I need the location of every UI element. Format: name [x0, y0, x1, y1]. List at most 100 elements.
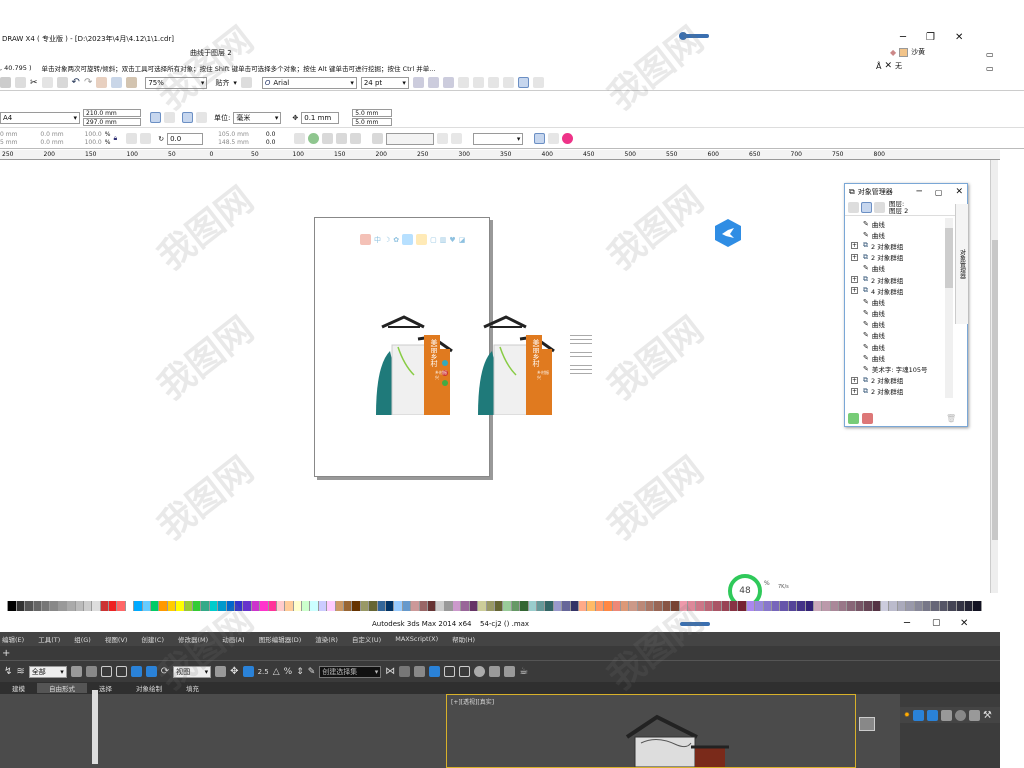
- palette-swatch[interactable]: [167, 601, 177, 611]
- palette-swatch[interactable]: [889, 601, 898, 611]
- palette-swatch[interactable]: [755, 601, 764, 611]
- palette-swatch[interactable]: [830, 601, 840, 611]
- palette-swatch[interactable]: [67, 601, 76, 611]
- palette-swatch[interactable]: [671, 601, 680, 611]
- restore-icon[interactable]: ❐: [926, 32, 935, 43]
- tree-item[interactable]: ✎ 曲线: [851, 319, 949, 330]
- palette-swatch[interactable]: [956, 601, 965, 611]
- current-page-icon[interactable]: [196, 112, 207, 123]
- no-outline-icon[interactable]: ✕: [884, 61, 892, 71]
- palette-swatch[interactable]: [33, 601, 42, 611]
- palette-swatch[interactable]: [58, 601, 68, 611]
- align-center-icon[interactable]: [472, 77, 484, 88]
- palette-swatch[interactable]: [83, 601, 93, 611]
- max-menu-item[interactable]: 图形编辑器(D): [259, 634, 302, 644]
- center-y-value[interactable]: 148.5 mm: [218, 139, 249, 146]
- palette-swatch[interactable]: [184, 601, 193, 611]
- plus-icon[interactable]: +: [2, 648, 10, 659]
- palette-swatch[interactable]: [318, 601, 328, 611]
- hammer-icon[interactable]: ⚒: [983, 710, 992, 721]
- display-icon[interactable]: [954, 709, 966, 721]
- font-size-select[interactable]: 24 pt ▾: [360, 76, 409, 89]
- minimize-icon[interactable]: ─: [900, 32, 906, 43]
- palette-swatch[interactable]: [562, 601, 571, 611]
- tree-item[interactable]: ✎ 曲线: [851, 296, 949, 307]
- rect-select-icon[interactable]: [100, 666, 112, 677]
- max-menu-item[interactable]: 编辑(E): [2, 634, 24, 644]
- scale-x-value[interactable]: 100.0: [85, 131, 102, 138]
- ribbon-tab[interactable]: 建模: [0, 683, 37, 693]
- palette-swatch[interactable]: [268, 601, 277, 611]
- unlink-icon[interactable]: ↯: [4, 666, 12, 677]
- palette-swatch[interactable]: [243, 601, 252, 611]
- palette-swatch[interactable]: [310, 601, 319, 611]
- size-y-value[interactable]: 0.0 mm: [40, 139, 63, 146]
- palette-swatch[interactable]: [360, 601, 370, 611]
- max-menu-item[interactable]: 创建(C): [141, 634, 164, 644]
- palette-swatch[interactable]: [302, 601, 311, 611]
- print-icon[interactable]: [15, 77, 26, 88]
- palette-swatch[interactable]: [679, 601, 689, 611]
- palette-swatch[interactable]: [377, 601, 386, 611]
- palette-swatch[interactable]: [0, 601, 9, 611]
- app-launcher-icon[interactable]: [126, 77, 138, 88]
- palette-swatch[interactable]: [209, 601, 219, 611]
- edit-named-sel-icon[interactable]: ✎: [308, 667, 316, 677]
- palette-swatch[interactable]: [100, 601, 110, 611]
- simplify-icon[interactable]: [350, 133, 362, 144]
- palette-swatch[interactable]: [881, 601, 890, 611]
- move-icon[interactable]: [130, 666, 142, 677]
- render-setup-icon[interactable]: [489, 666, 501, 677]
- edit-across-layers-icon[interactable]: [861, 202, 872, 213]
- justify-icon[interactable]: [502, 77, 514, 88]
- mirror-icon[interactable]: ⋈: [385, 666, 395, 677]
- graphite-toggle-icon[interactable]: [429, 666, 441, 677]
- chevron-down-icon[interactable]: ▾: [233, 79, 237, 87]
- ribbon-tab[interactable]: 对象绘制: [124, 683, 174, 693]
- palette-swatch[interactable]: [847, 601, 856, 611]
- palette-swatch[interactable]: [855, 601, 865, 611]
- palette-swatch[interactable]: [864, 601, 873, 611]
- progress-slider-handle[interactable]: [679, 32, 687, 40]
- ribbon-tab[interactable]: 自由形式: [37, 683, 87, 693]
- palette-swatch[interactable]: [394, 601, 403, 611]
- palette-swatch[interactable]: [822, 601, 831, 611]
- wrap-text-icon[interactable]: [294, 133, 306, 144]
- palette-swatch[interactable]: [805, 601, 814, 611]
- align-right-icon[interactable]: [487, 77, 499, 88]
- show-properties-icon[interactable]: [848, 202, 859, 213]
- palette-swatch[interactable]: [520, 601, 529, 611]
- expand-icon[interactable]: +: [851, 253, 858, 261]
- reference-coord-select[interactable]: 视图 ▾: [173, 665, 212, 678]
- tree-item[interactable]: + ⧉ 2 对象群组: [851, 375, 949, 386]
- palette-swatch[interactable]: [578, 601, 588, 611]
- palette-swatch[interactable]: [411, 601, 420, 611]
- village-sign-artwork[interactable]: 美丽乡村 乡村振兴: [476, 315, 564, 416]
- palette-swatch[interactable]: [780, 601, 789, 611]
- viewport-area[interactable]: [+][透视][真实]: [0, 690, 900, 768]
- cut-icon[interactable]: ✂: [30, 78, 38, 88]
- vertical-scrollbar[interactable]: [990, 160, 998, 593]
- pivot-icon[interactable]: [215, 666, 227, 677]
- size-x-value[interactable]: 0.0 mm: [40, 131, 63, 138]
- bold-icon[interactable]: [412, 77, 424, 88]
- max-menu-item[interactable]: 工具(T): [38, 634, 60, 644]
- tree-item[interactable]: + ⧉ 2 对象群组: [851, 252, 949, 263]
- palette-swatch[interactable]: [545, 601, 554, 611]
- fill-swatch[interactable]: [899, 47, 909, 57]
- color-palette[interactable]: [0, 601, 1024, 611]
- scrollbar-thumb[interactable]: [992, 240, 998, 540]
- palette-swatch[interactable]: [369, 601, 378, 611]
- spinner-snap-icon[interactable]: ⇕: [296, 667, 304, 677]
- zoom-select[interactable]: 75% ▾: [145, 76, 208, 89]
- line-style-select[interactable]: ▾: [473, 132, 524, 145]
- page-size-select[interactable]: A4 ▾: [0, 111, 80, 124]
- landscape-icon[interactable]: [164, 112, 175, 123]
- color-styles-icon[interactable]: [562, 133, 574, 144]
- tree-item[interactable]: + ⧉ 4 对象群组: [851, 285, 949, 296]
- palette-swatch[interactable]: [352, 601, 361, 611]
- palette-swatch[interactable]: [151, 601, 160, 611]
- palette-swatch[interactable]: [629, 601, 638, 611]
- viewcube-icon[interactable]: [859, 717, 875, 731]
- palette-swatch[interactable]: [662, 601, 672, 611]
